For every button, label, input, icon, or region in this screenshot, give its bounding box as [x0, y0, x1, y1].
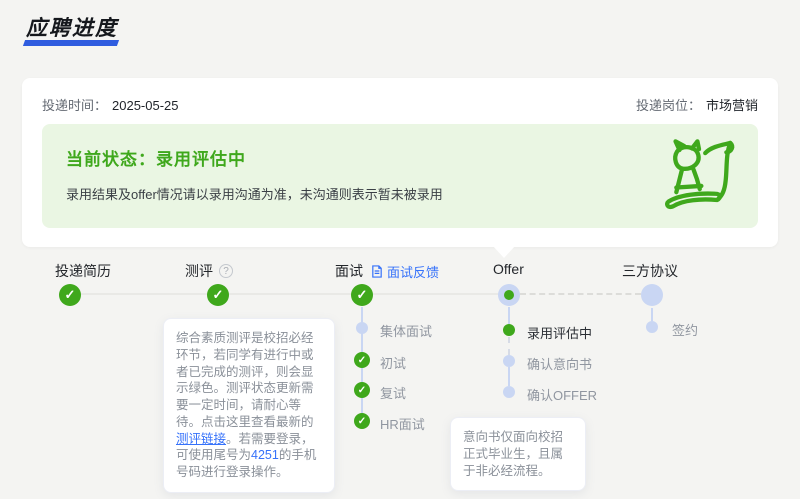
substep-hr-interview-label: HR面试 — [380, 417, 425, 432]
apply-position-label: 投递岗位： — [635, 98, 701, 113]
check-icon: ✓ — [64, 287, 76, 302]
offer-connector-1 — [508, 307, 510, 324]
apply-position-value: 市场营销 — [705, 98, 758, 113]
timeline-segment-2 — [229, 293, 351, 295]
interview-feedback-link[interactable]: 面试反馈 — [371, 262, 439, 281]
status-desc: 录用结果及offer情况请以录用沟通为准，未沟通则表示暂未被录用 — [66, 187, 443, 202]
check-icon: ✓ — [357, 384, 367, 396]
stage-label-resume: 投递简历 — [55, 261, 111, 281]
assessment-tooltip-text-1: 综合素质测评是校招必经环节，若同学有进行中或者已完成的测评，则会显示绿色。测评状… — [176, 331, 314, 429]
timeline-segment-3 — [373, 293, 498, 295]
interview-feedback-text: 面试反馈 — [387, 264, 440, 280]
stage-resume-text: 投递简历 — [55, 263, 111, 279]
scroll-doodle-icon — [656, 134, 742, 216]
page-title: 应聘进度 — [24, 12, 122, 45]
application-card: 投递时间： 2025-05-25 投递岗位： 市场营销 当前状态：录用评估中 录用结… — [22, 78, 778, 258]
substep-confirm-offer-label: 确认OFFER — [527, 388, 598, 403]
substep-group-interview-dot — [356, 322, 368, 334]
stage-interview-text: 面试 — [335, 263, 363, 279]
offer-note-tooltip: 意向书仅面向校招正式毕业生，且属于非必经流程。 — [450, 417, 586, 492]
substep-sign-dot — [646, 321, 658, 333]
stage-node-interview-done: ✓ — [351, 284, 373, 306]
phone-tail-number: 4251 — [251, 448, 279, 463]
status-title: 当前状态：录用评估中 — [66, 150, 246, 169]
check-icon: ✓ — [212, 287, 224, 302]
card-notch — [493, 246, 515, 258]
stage-assessment-text: 测评 — [185, 263, 213, 279]
substep-intent-letter-dot — [503, 355, 515, 367]
substep-confirm-offer-dot — [503, 386, 515, 398]
check-icon: ✓ — [356, 287, 368, 302]
page-title-text: 应聘进度 — [26, 17, 118, 40]
card-meta-row: 投递时间： 2025-05-25 投递岗位： 市场营销 — [22, 78, 778, 114]
stage-label-offer: Offer — [493, 261, 524, 277]
stage-label-interview: 面试 面试反馈 — [335, 261, 439, 281]
offer-connector-3 — [508, 367, 510, 386]
apply-time-label: 投递时间： — [42, 98, 108, 113]
assessment-link[interactable]: 测评链接 — [176, 432, 226, 446]
application-progress-page: 应聘进度 投递时间： 2025-05-25 投递岗位： 市场营销 当前状态：录用评估… — [0, 0, 800, 499]
check-icon: ✓ — [357, 415, 367, 427]
stage-node-resume-done: ✓ — [59, 284, 81, 306]
substep-first-interview-check: ✓ — [354, 352, 370, 368]
help-icon[interactable]: ? — [219, 264, 233, 278]
agreement-connector — [651, 308, 653, 321]
substep-second-interview-label: 复试 — [380, 386, 407, 401]
check-icon: ✓ — [357, 354, 367, 366]
status-banner: 当前状态：录用评估中 录用结果及offer情况请以录用沟通为准，未沟通则表示暂未… — [42, 124, 758, 228]
document-icon — [372, 264, 382, 278]
offer-note-text: 意向书仅面向校招正式毕业生，且属于非必经流程。 — [463, 430, 564, 478]
substep-second-interview-check: ✓ — [354, 382, 370, 398]
current-dot — [504, 290, 514, 300]
substep-offer-evaluating-dot — [503, 324, 515, 336]
substep-sign-label: 签约 — [672, 323, 699, 338]
stage-node-agreement-pending — [641, 284, 663, 306]
substep-first-interview-label: 初试 — [380, 356, 407, 371]
apply-time-value: 2025-05-25 — [112, 98, 179, 113]
stage-agreement-text: 三方协议 — [622, 263, 678, 279]
stage-offer-text: Offer — [493, 261, 524, 277]
timeline-segment-1 — [81, 293, 207, 295]
stage-node-assessment-done: ✓ — [207, 284, 229, 306]
offer-connector-2 — [508, 337, 510, 355]
stage-label-assessment: 测评 ? — [185, 261, 233, 281]
assessment-tooltip: 综合素质测评是校招必经环节，若同学有进行中或者已完成的测评，则会显示绿色。测评状… — [163, 318, 335, 493]
substep-group-interview-label: 集体面试 — [380, 324, 433, 339]
substep-hr-interview-check: ✓ — [354, 413, 370, 429]
apply-time: 投递时间： 2025-05-25 — [42, 95, 179, 114]
substep-offer-evaluating-label: 录用评估中 — [527, 326, 593, 341]
stage-label-agreement: 三方协议 — [622, 261, 678, 281]
timeline-segment-4 — [520, 293, 641, 295]
apply-position: 投递岗位： 市场营销 — [636, 95, 758, 114]
substep-intent-letter-label: 确认意向书 — [527, 357, 593, 372]
stage-node-offer-current — [498, 284, 520, 306]
